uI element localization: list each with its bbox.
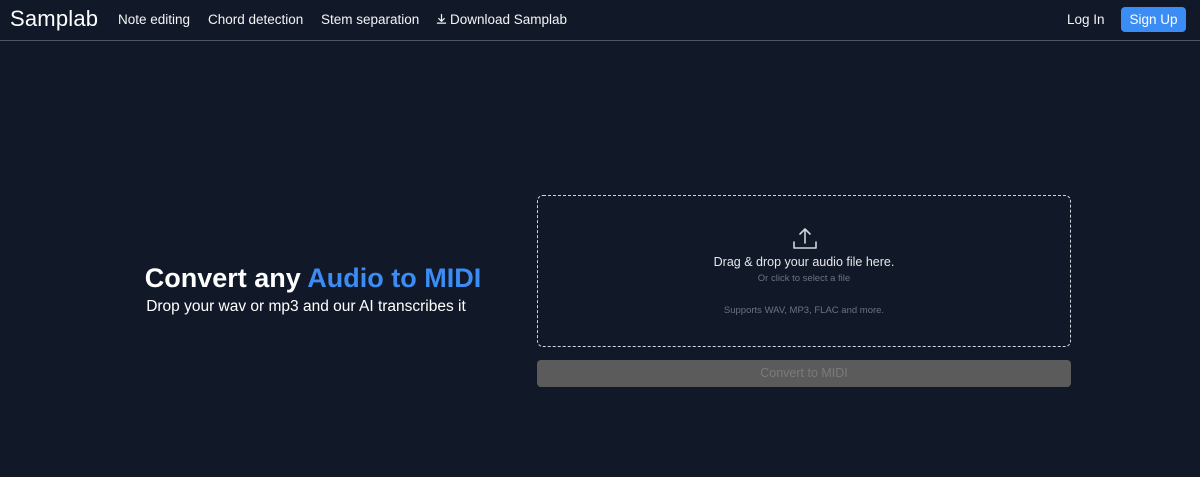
- login-link[interactable]: Log In: [1067, 12, 1105, 27]
- signup-button[interactable]: Sign Up: [1121, 7, 1186, 32]
- hero-title: Convert any Audio to MIDI: [0, 263, 626, 294]
- samplab-logo[interactable]: Samplab: [10, 6, 98, 32]
- hero-title-accent: Audio to MIDI: [307, 263, 482, 293]
- nav-link-stem-separation[interactable]: Stem separation: [321, 12, 419, 27]
- dropzone-main-text: Drag & drop your audio file here.: [713, 255, 895, 269]
- nav-link-download[interactable]: Download Samplab: [436, 12, 567, 27]
- nav-link-note-editing[interactable]: Note editing: [118, 12, 190, 27]
- nav-link-chord-detection[interactable]: Chord detection: [208, 12, 303, 27]
- dropzone-supports-text: Supports WAV, MP3, FLAC and more.: [723, 305, 885, 316]
- download-label: Download Samplab: [450, 12, 568, 27]
- upload-icon: [793, 228, 817, 249]
- download-icon: [436, 13, 447, 24]
- hero-title-prefix: Convert any: [144, 263, 308, 293]
- dropzone-alt-text: Or click to select a file: [757, 273, 851, 284]
- convert-to-midi-button[interactable]: Convert to MIDI: [537, 360, 1071, 387]
- audio-dropzone[interactable]: Drag & drop your audio file here. Or cli…: [537, 195, 1071, 347]
- top-navbar: Samplab Note editing Chord detection Ste…: [0, 0, 1200, 41]
- hero-subtitle: Drop your wav or mp3 and our AI transcri…: [146, 298, 466, 315]
